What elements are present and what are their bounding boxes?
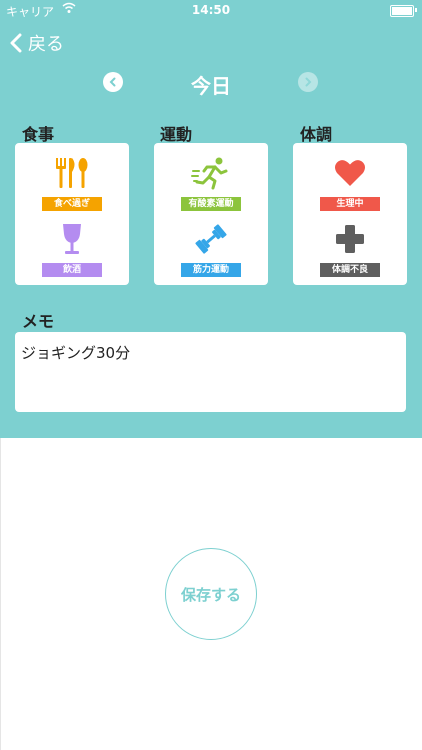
menstruation-toggle[interactable]: 生理中 xyxy=(293,155,407,211)
overeating-tag: 食べ過ぎ xyxy=(42,197,102,211)
menstruation-tag: 生理中 xyxy=(320,197,380,211)
memo-text: ジョギング30分 xyxy=(21,344,131,362)
memo-textarea[interactable]: ジョギング30分 xyxy=(15,332,406,412)
unwell-tag: 体調不良 xyxy=(320,263,380,277)
chevron-right-icon xyxy=(305,77,312,87)
heart-icon xyxy=(293,155,407,191)
save-button[interactable]: 保存する xyxy=(165,548,257,640)
aerobic-toggle[interactable]: 有酸素運動 xyxy=(154,155,268,211)
divider xyxy=(0,438,1,750)
battery-icon xyxy=(390,5,414,17)
wine-glass-icon xyxy=(15,221,129,257)
strength-tag: 筋力運動 xyxy=(181,263,241,277)
section-label-exercise: 運動 xyxy=(160,125,193,144)
clock-time: 14:50 xyxy=(191,3,231,17)
cutlery-icon xyxy=(15,155,129,191)
date-title: 今日 xyxy=(191,74,231,98)
unwell-toggle[interactable]: 体調不良 xyxy=(293,221,407,277)
date-navigator: 今日 xyxy=(0,68,422,98)
strength-toggle[interactable]: 筋力運動 xyxy=(154,221,268,277)
runner-icon xyxy=(154,155,268,191)
meal-card: 食べ過ぎ 飲酒 xyxy=(15,143,129,285)
aerobic-tag: 有酸素運動 xyxy=(181,197,241,211)
condition-card: 生理中 体調不良 xyxy=(293,143,407,285)
status-bar: キャリア 14:50 xyxy=(0,0,422,22)
next-day-button[interactable] xyxy=(298,72,318,92)
drinking-toggle[interactable]: 飲酒 xyxy=(15,221,129,277)
dumbbell-icon xyxy=(154,221,268,257)
chevron-left-icon xyxy=(10,33,22,53)
section-label-condition: 体調 xyxy=(300,125,333,144)
drinking-tag: 飲酒 xyxy=(42,263,102,277)
section-label-meal: 食事 xyxy=(22,125,55,144)
overeating-toggle[interactable]: 食べ過ぎ xyxy=(15,155,129,211)
back-button[interactable]: 戻る xyxy=(10,30,64,56)
back-label: 戻る xyxy=(28,34,64,55)
memo-label: メモ xyxy=(22,312,55,331)
battery-tip xyxy=(415,8,417,12)
save-button-label: 保存する xyxy=(180,585,241,604)
exercise-card: 有酸素運動 筋力運動 xyxy=(154,143,268,285)
medical-cross-icon xyxy=(293,221,407,257)
